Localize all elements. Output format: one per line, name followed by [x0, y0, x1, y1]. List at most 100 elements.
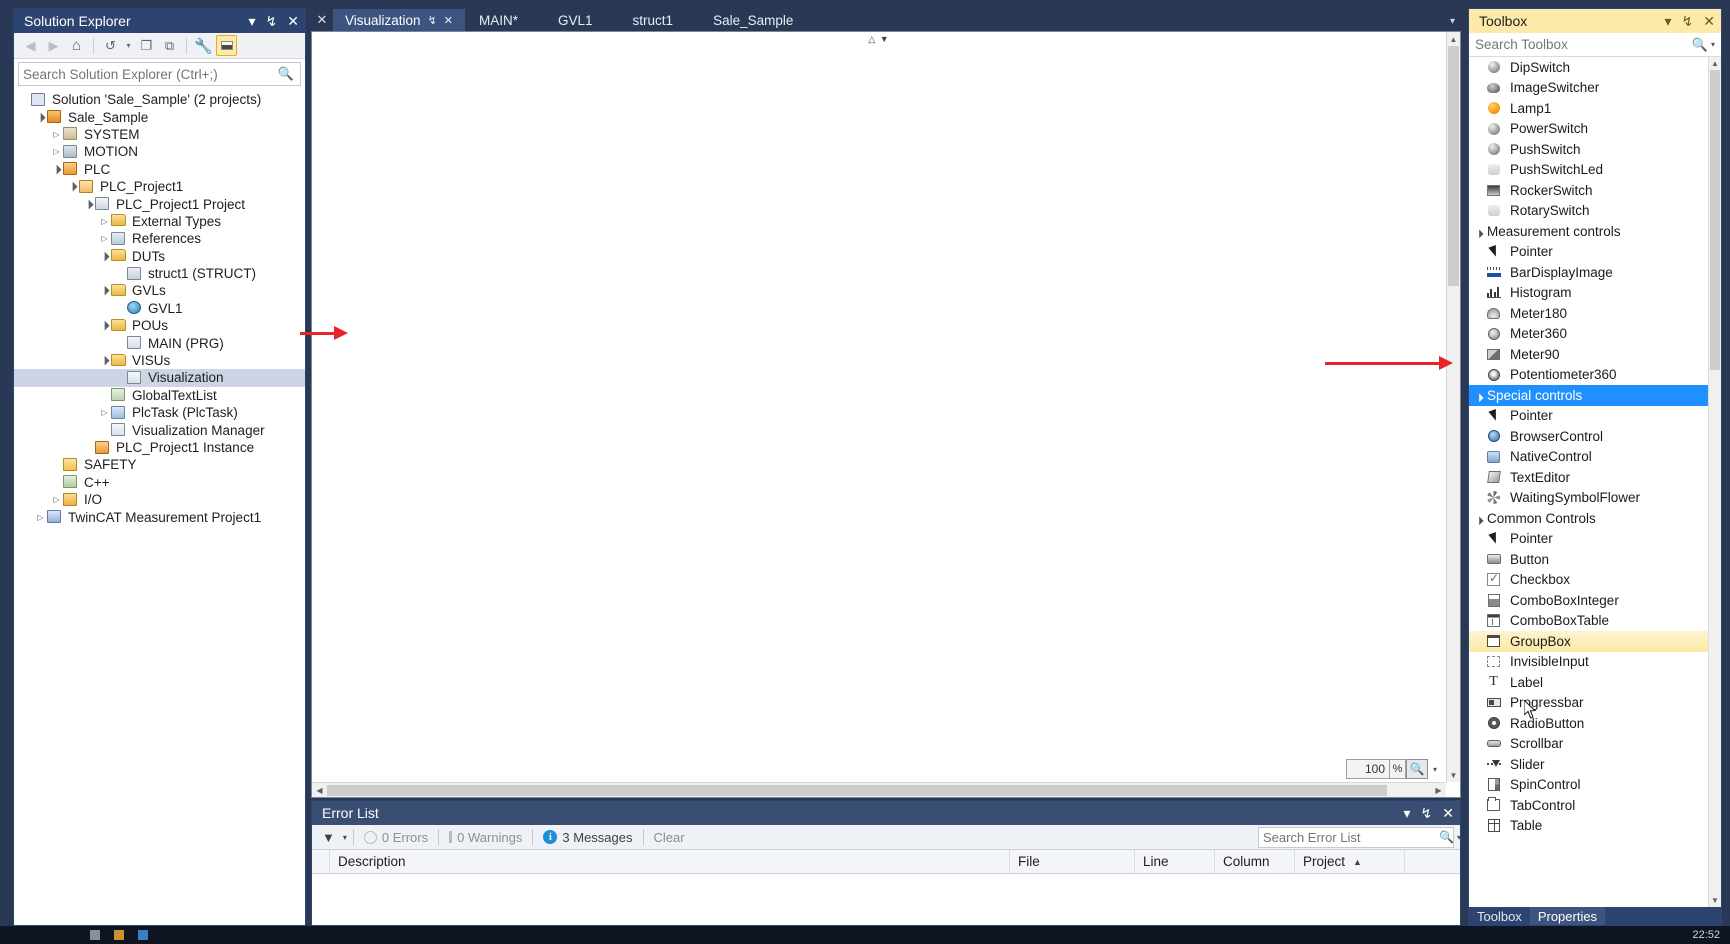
toolbox-item[interactable]: BarDisplayImage [1469, 262, 1708, 283]
horizontal-scrollbar-track[interactable] [327, 784, 1431, 797]
toolbox-item[interactable]: GroupBox [1469, 631, 1708, 652]
canvas-vertical-scrollbar[interactable]: ▲ ▼ [1446, 32, 1460, 782]
close-document-icon[interactable]: ✕ [311, 8, 333, 31]
zoom-control[interactable]: 100 % 🔍 ▾ [1346, 759, 1442, 779]
document-tab[interactable]: Visualization ↯ ✕ [333, 9, 465, 31]
toolbox-item[interactable]: ComboBoxInteger [1469, 590, 1708, 611]
tree-node[interactable]: ◢ PLC_Project1 [14, 178, 305, 195]
tree-node[interactable]: Visualization Manager [14, 421, 305, 438]
expander-icon[interactable]: ▷ [98, 217, 111, 226]
tree-node[interactable]: GVL1 [14, 300, 305, 317]
search-toolbox-container[interactable]: 🔍 ▾ [1469, 33, 1721, 57]
tree-node[interactable]: ◢ VISUs [14, 352, 305, 369]
tree-node[interactable]: Visualization [14, 369, 305, 387]
search-icon[interactable]: 🔍 [1692, 37, 1708, 53]
toolbox-item[interactable]: TextEditor [1469, 467, 1708, 488]
toolbox-item[interactable]: Histogram [1469, 283, 1708, 304]
sync-with-active-document-button[interactable]: ↺ [100, 35, 121, 56]
toolbox-vertical-scrollbar[interactable]: ▲ ▼ [1708, 57, 1721, 907]
document-tab[interactable]: struct1 [619, 9, 700, 31]
tree-node[interactable]: ▷ SYSTEM [14, 126, 305, 143]
refresh-button[interactable]: ❐ [136, 35, 157, 56]
toolbox-item[interactable]: RockerSwitch [1469, 180, 1708, 201]
document-tab[interactable]: MAIN* [465, 9, 544, 31]
tree-node[interactable]: ▷ TwinCAT Measurement Project1 [14, 508, 305, 525]
properties-button[interactable]: 🔧 [193, 35, 214, 56]
toolbox-group-header[interactable]: ◢ Special controls [1469, 385, 1708, 406]
toolbox-bottom-tab[interactable]: Toolbox [1469, 907, 1530, 925]
toolbox-item[interactable]: Pointer [1469, 242, 1708, 263]
toolbox-bottom-tab[interactable]: Properties [1529, 907, 1606, 925]
toolbox-item[interactable]: PowerSwitch [1469, 119, 1708, 140]
toolbox-item[interactable]: Lamp1 [1469, 98, 1708, 119]
tree-node[interactable]: GlobalTextList [14, 387, 305, 404]
tree-node[interactable]: ◢ GVLs [14, 282, 305, 299]
clear-button[interactable]: Clear [644, 826, 695, 848]
tree-node[interactable]: MAIN (PRG) [14, 334, 305, 351]
toolbox-item[interactable]: SpinControl [1469, 775, 1708, 796]
tree-node[interactable]: ◢ PLC [14, 161, 305, 178]
messages-filter-button[interactable]: i 3 Messages [533, 826, 642, 848]
toolbox-item[interactable]: WaitingSymbolFlower [1469, 488, 1708, 509]
toolbox-item[interactable]: T Label [1469, 672, 1708, 693]
split-view-handle[interactable]: △ ▼ [868, 34, 889, 45]
scroll-up-icon[interactable]: ▲ [1709, 57, 1721, 70]
search-error-list-container[interactable]: 🔍 ▾ [1258, 826, 1461, 848]
solution-tree[interactable]: Solution 'Sale_Sample' (2 projects) ◢ Sale… [14, 88, 305, 925]
tree-node[interactable]: SAFETY [14, 456, 305, 473]
chevron-down-icon[interactable]: ▾ [1404, 806, 1411, 820]
taskbar-icon-1[interactable] [90, 930, 100, 940]
toolbox-item[interactable]: Table [1469, 816, 1708, 837]
toolbox-item[interactable]: Button [1469, 549, 1708, 570]
canvas-horizontal-scrollbar[interactable]: ◀ ▶ [312, 782, 1446, 797]
tab-overflow-caret-icon[interactable]: ▾ [1450, 16, 1455, 27]
pin-icon[interactable]: ↯ [1682, 14, 1694, 28]
zoom-magnifier-icon[interactable]: 🔍 [1406, 759, 1428, 779]
tree-node[interactable]: C++ [14, 474, 305, 491]
toolbox-item[interactable]: Pointer [1469, 406, 1708, 427]
search-icon[interactable]: 🔍 [1439, 830, 1454, 844]
toolbox-scrollbar-thumb[interactable] [1710, 70, 1720, 370]
toolbox-item[interactable]: ComboBoxTable [1469, 611, 1708, 632]
tree-node[interactable]: PLC_Project1 Instance [14, 439, 305, 456]
toolbox-item[interactable]: BrowserControl [1469, 426, 1708, 447]
document-tab[interactable]: GVL1 [544, 9, 619, 31]
search-caret-icon[interactable]: ▾ [1711, 40, 1715, 49]
tree-node[interactable]: ▷ References [14, 230, 305, 247]
tree-node[interactable]: struct1 (STRUCT) [14, 265, 305, 282]
pin-icon[interactable]: ↯ [266, 14, 278, 28]
tree-node[interactable]: ◢ DUTs [14, 248, 305, 265]
zoom-caret-icon[interactable]: ▾ [1428, 759, 1442, 779]
expander-icon[interactable]: ▷ [50, 495, 63, 504]
taskbar-icon-2[interactable] [114, 930, 124, 940]
visualization-canvas[interactable]: △ ▼ [312, 32, 1446, 782]
toolbox-group-header[interactable]: ◢ Measurement controls [1469, 221, 1708, 242]
forward-button[interactable]: ▶ [43, 35, 64, 56]
filter-icon[interactable]: ▼ [318, 826, 337, 848]
toolbox-item[interactable]: NativeControl [1469, 447, 1708, 468]
tree-node[interactable]: ▷ External Types [14, 213, 305, 230]
search-solution-explorer-container[interactable]: 🔍 [18, 62, 301, 86]
pin-icon[interactable]: ↯ [428, 14, 437, 27]
search-error-list-input[interactable] [1263, 829, 1439, 845]
scroll-up-icon[interactable]: ▲ [1447, 32, 1460, 46]
expander-icon[interactable]: ▷ [34, 513, 47, 522]
search-icon[interactable]: 🔍 [278, 66, 296, 82]
pin-icon[interactable]: ↯ [1421, 806, 1433, 820]
toolbox-item[interactable]: Potentiometer360 [1469, 365, 1708, 386]
close-icon[interactable]: ✕ [1703, 14, 1715, 28]
toolbox-item[interactable]: PushSwitch [1469, 139, 1708, 160]
toolbox-item[interactable]: Checkbox [1469, 570, 1708, 591]
filter-caret-icon[interactable]: ▾ [337, 826, 353, 848]
show-all-files-button[interactable]: ⧉ [159, 35, 180, 56]
taskbar-icon-3[interactable] [138, 930, 148, 940]
toolbox-item[interactable]: TabControl [1469, 795, 1708, 816]
preview-selected-items-button[interactable] [216, 35, 237, 56]
toolbox-item[interactable]: Meter360 [1469, 324, 1708, 345]
warnings-filter-button[interactable]: 0 Warnings [439, 826, 532, 848]
zoom-value[interactable]: 100 [1346, 759, 1390, 779]
expander-icon[interactable]: ▷ [98, 408, 111, 417]
toolbox-item[interactable]: RadioButton [1469, 713, 1708, 734]
back-button[interactable]: ◀ [20, 35, 41, 56]
tree-node[interactable]: ◢ POUs [14, 317, 305, 334]
